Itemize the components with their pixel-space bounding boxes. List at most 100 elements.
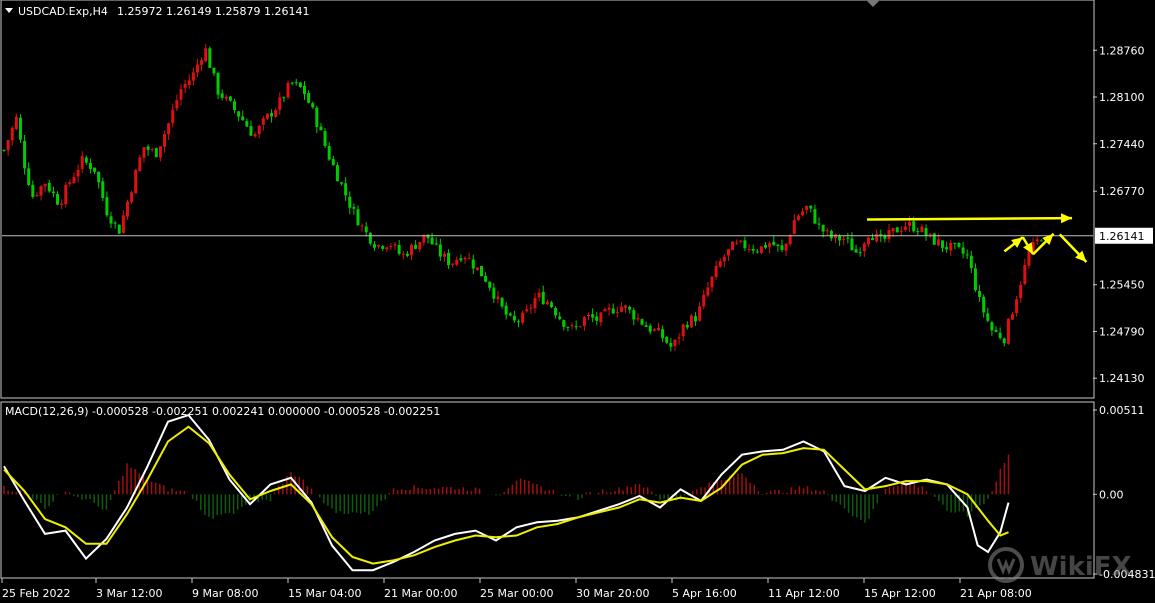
candle-body: [1010, 314, 1014, 320]
candle-body: [973, 268, 977, 291]
candle-body: [611, 308, 615, 314]
candle-body: [167, 123, 171, 135]
symbol-label: USDCAD.Exp,H4: [18, 5, 108, 18]
candle-body: [224, 96, 228, 99]
time-tick-label: 3 Mar 12:00: [96, 587, 162, 600]
candle-body: [517, 321, 521, 323]
current-price-value: 1.26141: [1099, 230, 1145, 243]
candle-body: [35, 195, 39, 197]
macd-label: MACD(12,26,9) -0.000528 -0.002251 0.0022…: [5, 405, 440, 418]
candle-body: [512, 315, 516, 321]
candle-body: [1023, 264, 1027, 284]
candle-body: [694, 316, 698, 322]
candle-body: [558, 316, 562, 320]
candle-body: [796, 215, 800, 220]
candle-body: [537, 292, 541, 298]
candle-body: [23, 140, 27, 169]
candle-body: [335, 165, 339, 182]
price-tick-label: 1.28100: [1099, 91, 1145, 104]
candle-body: [599, 312, 603, 323]
candle-body: [912, 221, 916, 232]
candle-body: [665, 336, 669, 343]
candle-body: [591, 314, 595, 318]
candle-body: [661, 329, 665, 339]
candle-body: [467, 258, 471, 260]
candle-body: [212, 67, 216, 74]
candle-body: [434, 243, 438, 245]
candle-body: [957, 243, 961, 247]
candle-body: [920, 226, 924, 232]
candle-body: [344, 183, 348, 196]
candle-body: [961, 247, 965, 254]
candle-body: [1039, 240, 1043, 242]
candle-body: [253, 134, 257, 137]
candle-body: [447, 252, 451, 266]
candle-body: [714, 265, 718, 278]
trading-chart[interactable]: 1.28760 1.28100 1.27440 1.26770 1.25450 1.247…: [0, 0, 1155, 603]
candle-body: [208, 48, 212, 68]
candle-body: [945, 246, 949, 250]
candle-body: [340, 182, 344, 184]
candle-body: [570, 325, 574, 327]
candle-body: [858, 252, 862, 254]
candle-body: [60, 203, 64, 205]
candle-body: [698, 306, 702, 321]
candle-body: [1035, 239, 1039, 242]
candle-body: [492, 287, 496, 299]
candle-body: [504, 305, 508, 315]
candle-body: [656, 328, 660, 331]
candle-body: [364, 226, 368, 233]
candle-body: [587, 314, 591, 317]
candle-body: [488, 281, 492, 288]
candle-body: [257, 125, 261, 135]
candle-body: [805, 205, 809, 211]
candle-body: [286, 82, 290, 98]
time-tick-label: 25 Feb 2022: [2, 587, 70, 600]
candle-body: [368, 232, 372, 244]
candle-body: [410, 244, 414, 256]
candle-body: [574, 326, 578, 328]
candle-body: [924, 228, 928, 236]
candle-body: [673, 339, 677, 347]
candle-body: [854, 249, 858, 253]
candle-body: [731, 241, 735, 251]
price-tick-label: 1.24130: [1099, 372, 1145, 385]
candle-body: [916, 231, 920, 233]
candle-body: [274, 110, 278, 117]
candle-body: [216, 72, 220, 95]
candle-body: [327, 145, 331, 160]
candle-body: [183, 83, 187, 88]
candle-body: [389, 246, 393, 248]
candle-body: [93, 167, 97, 172]
candle-body: [978, 291, 982, 297]
candle-body: [47, 182, 51, 192]
candle-body: [158, 146, 162, 158]
candle-body: [735, 242, 739, 244]
candle-body: [1027, 251, 1031, 266]
candle-body: [829, 230, 833, 239]
candle-body: [459, 258, 463, 261]
candle-body: [204, 48, 208, 62]
macd-tick-label: 0.00511: [1099, 404, 1145, 417]
candle-body: [566, 326, 570, 328]
candle-body: [6, 140, 10, 151]
candle-body: [179, 89, 183, 100]
candle-body: [265, 113, 269, 119]
candle-body: [80, 156, 84, 169]
watermark-text: WikiFX: [1030, 552, 1132, 582]
candle-body: [801, 211, 805, 216]
candle-body: [871, 238, 875, 241]
candle-body: [471, 259, 475, 269]
candle-body: [356, 209, 360, 226]
candle-body: [718, 261, 722, 267]
candle-body: [508, 313, 512, 316]
candle-body: [525, 309, 529, 312]
candle-body: [134, 169, 138, 194]
candle-body: [685, 324, 689, 328]
candle-body: [39, 186, 43, 196]
candle-body: [385, 247, 389, 250]
candle-body: [27, 168, 31, 185]
candle-body: [792, 220, 796, 235]
annotation-arrow-shaft: [867, 216, 1073, 221]
candle-body: [348, 196, 352, 208]
